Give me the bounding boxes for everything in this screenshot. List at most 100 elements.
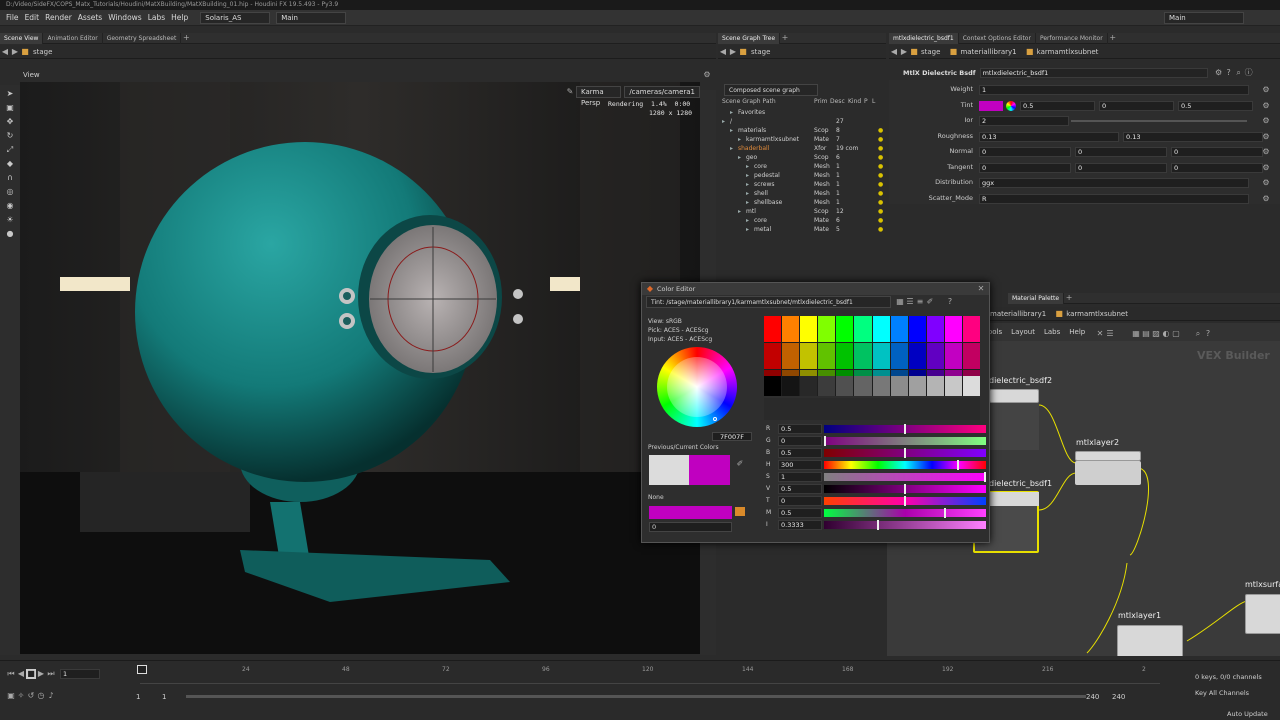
scale-icon[interactable]: ⤢ (5, 145, 15, 155)
timeline-cursor[interactable] (137, 665, 147, 674)
range-end2[interactable]: 240 (1112, 693, 1125, 701)
layout-tree-icon[interactable]: ▤ (1141, 329, 1151, 339)
color-target-path[interactable]: Tint: /stage/materiallibrary1/karmamtlxs… (646, 296, 891, 308)
grey-swatch[interactable] (872, 376, 890, 396)
param-field[interactable]: 1 (979, 85, 1249, 95)
previous-color-swatch[interactable] (649, 455, 689, 485)
sticky-note-icon[interactable]: ▨ (1151, 329, 1161, 339)
magnet-icon[interactable]: ∩ (5, 173, 15, 183)
param-field[interactable]: 0 (979, 162, 1071, 173)
grey-swatch[interactable] (782, 376, 800, 396)
rotate-icon[interactable]: ↻ (5, 131, 15, 141)
param-field[interactable]: 0.5 (1178, 100, 1253, 111)
palette-swatch[interactable] (764, 343, 782, 369)
palette-swatch[interactable] (872, 316, 890, 342)
param-path-2[interactable]: karmamtlxsubnet (1037, 48, 1099, 56)
tree-row[interactable]: ▸ core Mate 6 ● (718, 216, 886, 225)
scene-viewport[interactable]: ✎ Karma Persp /cameras/camera1 Rendering… (20, 82, 700, 654)
loop-icon[interactable]: ↺ (26, 691, 36, 701)
back-icon[interactable]: ◀ (0, 47, 10, 57)
tree-path-label[interactable]: stage (751, 48, 770, 56)
add-tab-icon[interactable]: + (1064, 293, 1074, 303)
step-back-icon[interactable]: ◀ (16, 669, 26, 679)
gear-icon[interactable]: ⚙ (702, 70, 712, 80)
color-wheel-icon[interactable] (1006, 100, 1016, 111)
slider-value-field[interactable]: 300 (778, 460, 822, 470)
current-frame-field[interactable]: 1 (60, 669, 100, 679)
tab-animation-editor[interactable]: Animation Editor (43, 32, 103, 44)
help-icon[interactable]: ? (1203, 329, 1213, 339)
tree-row[interactable]: ▸ shaderball Xfor 19 com ● (718, 144, 886, 153)
param-field[interactable]: 0.13 (979, 131, 1119, 142)
col-l[interactable]: L (872, 98, 875, 105)
realtime-icon[interactable]: ◷ (36, 691, 46, 701)
slider-value-field[interactable]: 0.3333 (778, 520, 822, 530)
gear-icon[interactable]: ⚙ (1261, 116, 1271, 126)
list-mode-icon[interactable]: ☰ (905, 297, 915, 307)
tree-row[interactable]: ▸ core Mesh 1 ● (718, 162, 886, 171)
list-icon[interactable]: ☰ (1105, 329, 1115, 339)
desktop-dropdown[interactable]: Solaris_AS (200, 11, 271, 24)
lock-icon[interactable]: ▣ (5, 103, 15, 113)
menu-windows[interactable]: Windows (108, 13, 141, 22)
camera-icon[interactable]: ◉ (5, 201, 15, 211)
tab-material-palette[interactable]: Material Palette (1008, 292, 1065, 304)
light-icon[interactable]: ☀ (5, 215, 15, 225)
grey-swatches[interactable] (764, 376, 980, 396)
jump-end-icon[interactable]: ⏭ (46, 669, 56, 679)
param-field[interactable]: 0.5 (1020, 100, 1095, 111)
visibility-icon[interactable]: ● (878, 162, 883, 171)
slider-handle[interactable] (904, 424, 906, 434)
grey-swatch[interactable] (764, 376, 782, 396)
visibility-icon[interactable]: ● (878, 135, 883, 144)
handle-icon[interactable]: ◆ (5, 159, 15, 169)
param-path-0[interactable]: stage (921, 48, 940, 56)
left-path-label[interactable]: stage (33, 48, 52, 56)
gear-icon[interactable]: ⚙ (1261, 101, 1271, 111)
wheel-picker[interactable] (713, 417, 717, 421)
pick-space[interactable]: Pick: ACES - ACEScg (648, 326, 712, 335)
camera-path[interactable]: /cameras/camera1 (624, 86, 700, 98)
slider-handle[interactable] (956, 460, 959, 470)
tab-scene-view[interactable]: Scene View (0, 32, 44, 44)
visibility-icon[interactable]: ● (878, 225, 883, 234)
param-field[interactable]: 0 (979, 147, 1071, 157)
menu-labs[interactable]: Labs (148, 13, 165, 22)
auto-update[interactable]: Auto Update (1227, 710, 1268, 718)
add-tab-icon[interactable]: + (1108, 33, 1118, 43)
slider-value-field[interactable]: 0 (778, 436, 822, 446)
input-space[interactable]: Input: ACES - ACEScg (648, 335, 712, 344)
grey-swatch[interactable] (890, 376, 908, 396)
view-space[interactable]: View: sRGB (648, 317, 712, 326)
slider-handle[interactable] (904, 496, 906, 506)
back-icon[interactable]: ◀ (718, 47, 728, 57)
timeline-ruler[interactable]: 1244872961201441681922162 (140, 664, 1160, 684)
palette-swatch[interactable] (818, 343, 836, 369)
node-dielectric-bsdf2[interactable] (989, 389, 1039, 403)
network-path-1[interactable]: karmamtlxsubnet (1066, 310, 1128, 318)
palette-swatch[interactable] (854, 316, 872, 342)
slider-value-field[interactable]: 0.5 (778, 448, 822, 458)
tree-row[interactable]: ▸ karmamtlxsubnet Mate 7 ● (718, 135, 886, 144)
param-field[interactable]: 0.13 (1123, 131, 1263, 142)
current-color-bar[interactable] (649, 506, 732, 519)
slider-track[interactable] (824, 461, 986, 469)
slider-track[interactable] (824, 437, 986, 445)
palette-swatch[interactable] (926, 343, 944, 369)
visibility-icon[interactable]: ● (878, 126, 883, 135)
grey-swatch[interactable] (854, 376, 872, 396)
palette-swatch[interactable] (764, 316, 782, 342)
gear-icon[interactable]: ⚙ (1261, 147, 1271, 157)
box-icon[interactable]: ▢ (1171, 329, 1181, 339)
tab-scene-graph-tree[interactable]: Scene Graph Tree (718, 32, 781, 44)
slider-handle[interactable] (876, 520, 879, 530)
param-field[interactable]: 0 (1171, 162, 1263, 173)
color-wheel[interactable] (657, 347, 737, 427)
swatch-mode-icon[interactable]: ▦ (895, 297, 905, 307)
slider-handle[interactable] (944, 508, 946, 518)
render-icon[interactable]: ● (5, 229, 15, 239)
tint-color-swatch[interactable] (979, 100, 1003, 111)
col-path[interactable]: Scene Graph Path (722, 98, 776, 105)
node-mtlxlayer1[interactable] (1117, 625, 1183, 656)
grey-swatch[interactable] (818, 376, 836, 396)
